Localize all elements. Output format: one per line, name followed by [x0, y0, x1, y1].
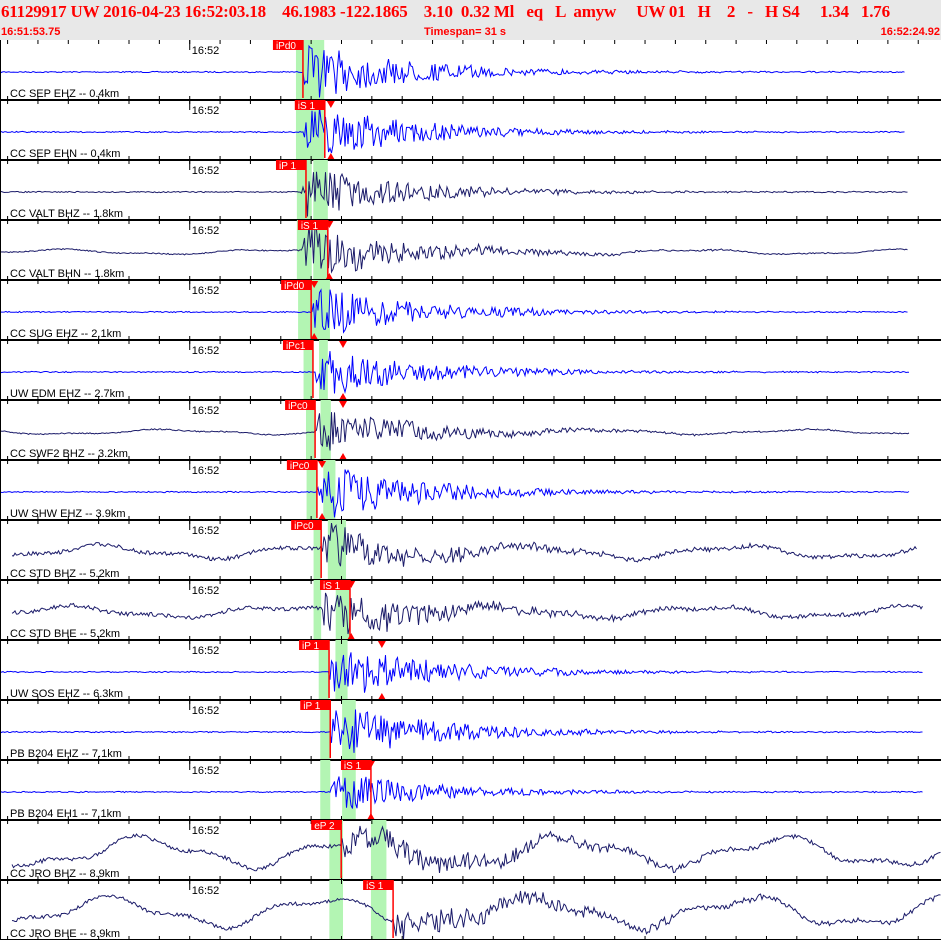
station-label: PB B204 EHZ -- 7.1km: [10, 748, 122, 760]
waveform-0: [0, 44, 905, 98]
station-label: CC VALT BHZ -- 1.8km: [10, 208, 123, 220]
minute-tick-label: 16:52: [192, 285, 220, 297]
trace-panel[interactable]: 16:52 iS 1 CC VALT BHN -- 1.8km: [0, 220, 941, 281]
trace-panel[interactable]: 16:52 iPd0 CC SUG EHZ -- 2.1km: [0, 280, 941, 341]
station-label: CC STD BHZ -- 5.2km: [10, 568, 119, 580]
minute-tick-label: 16:52: [192, 105, 220, 117]
phase-window: [320, 760, 331, 820]
waveform-9: [11, 592, 923, 635]
pick-label: iS 1: [344, 761, 362, 772]
minute-tick-label: 16:52: [192, 465, 220, 477]
minute-tick-label: 16:52: [192, 645, 220, 657]
station-label: CC VALT BHN -- 1.8km: [10, 268, 124, 280]
trace-panel[interactable]: 16:52 iP 1 UW SOS EHZ -- 6.3km: [0, 640, 941, 701]
minute-tick-label: 16:52: [192, 885, 220, 897]
waveform-13: [11, 825, 941, 874]
waveform-14: [11, 890, 941, 940]
pick-label: eP 2: [314, 821, 335, 832]
waveform-11: [0, 709, 923, 753]
pick-label: iS 1: [301, 221, 319, 232]
arrival-marker-top: [339, 341, 348, 348]
station-label: CC SWF2 BHZ -- 3.2km: [10, 448, 128, 460]
arrival-marker-bottom: [339, 393, 348, 400]
minute-tick-label: 16:52: [192, 345, 220, 357]
pick-label: iPc1: [286, 341, 306, 352]
pick-label: iPd0: [276, 41, 296, 52]
trace-panel[interactable]: 16:52 iPc0 CC SWF2 BHZ -- 3.2km: [0, 400, 941, 461]
station-label: PB B204 EH1 -- 7.1km: [10, 808, 121, 820]
waveform-7: [0, 469, 910, 518]
minute-tick-label: 16:52: [192, 765, 220, 777]
waveform-3: [0, 225, 908, 274]
waveform-6: [0, 412, 910, 451]
arrival-marker-bottom: [366, 813, 375, 820]
minute-tick-label: 16:52: [192, 525, 220, 537]
minute-tick-label: 16:52: [192, 705, 220, 717]
pick-label: iPc0: [290, 461, 310, 472]
waveform-2: [0, 171, 908, 217]
phase-window: [329, 880, 344, 940]
waveform-10: [0, 652, 923, 693]
pick-label: iS 1: [323, 581, 341, 592]
timespan: Timespan= 31 s: [424, 26, 507, 38]
trace-panel[interactable]: 16:52 iP 1 PB B204 EHZ -- 7.1km: [0, 700, 941, 761]
minute-tick-label: 16:52: [192, 225, 220, 237]
trace-panel[interactable]: 16:52 iS 1 CC SEP EHN -- 0.4km: [0, 100, 941, 161]
pick-label: iS 1: [298, 101, 316, 112]
station-label: UW EDM EHZ -- 2.7km: [10, 388, 124, 400]
phase-window: [320, 400, 331, 460]
minute-tick-label: 16:52: [192, 45, 220, 57]
arrival-marker-top: [339, 401, 348, 408]
station-label: CC SEP EHZ -- 0.4km: [10, 88, 119, 100]
minute-tick-label: 16:52: [192, 165, 220, 177]
pick-label: iP 1: [279, 161, 296, 172]
waveform-1: [0, 107, 905, 154]
waveform-5: [0, 351, 910, 394]
trace-panel[interactable]: 16:52 iP 1 CC VALT BHZ -- 1.8km: [0, 160, 941, 221]
station-label: UW SOS EHZ -- 6.3km: [10, 688, 123, 700]
pick-label: iP 1: [302, 641, 319, 652]
waveform-8: [11, 523, 917, 567]
waveform-4: [0, 288, 908, 334]
trace-panel[interactable]: 16:52 eP 2 CC JRO BHZ -- 8.9km: [0, 820, 941, 881]
waveform-12: [0, 776, 923, 809]
trace-panel[interactable]: 16:52 iS 1 CC STD BHE -- 5.2km: [0, 580, 941, 641]
minute-tick-label: 16:52: [192, 585, 220, 597]
arrival-marker-bottom: [377, 693, 386, 700]
pick-label: iPc0: [288, 401, 308, 412]
station-label: CC SEP EHN -- 0.4km: [10, 148, 120, 160]
station-label: CC JRO BHZ -- 8.9km: [10, 868, 119, 880]
minute-tick-label: 16:52: [192, 825, 220, 837]
trace-panel[interactable]: 16:52 iS 1 CC JRO BHE -- 8.9km: [0, 880, 941, 940]
end-time: 16:52:24.92: [880, 26, 940, 38]
station-label: CC STD BHE -- 5.2km: [10, 628, 120, 640]
event-header: 61129917 UW 2016-04-23 16:52:03.18 46.19…: [0, 0, 941, 40]
phase-window: [370, 820, 387, 880]
trace-panel[interactable]: 16:52 iPc1 UW EDM EHZ -- 2.7km: [0, 340, 941, 401]
trace-panels[interactable]: 16:52 iPd0 CC SEP EHZ -- 0.4km 16:52 iS 1 CC …: [0, 40, 941, 940]
pick-label: iS 1: [366, 881, 384, 892]
arrival-marker-top: [326, 101, 335, 108]
trace-panel[interactable]: 16:52 iPc0 CC STD BHZ -- 5.2km: [0, 520, 941, 581]
arrival-marker-bottom: [326, 153, 335, 160]
seismogram-viewer: 61129917 UW 2016-04-23 16:52:03.18 46.19…: [0, 0, 941, 940]
minute-tick-label: 16:52: [192, 405, 220, 417]
station-label: CC JRO BHE -- 8.9km: [10, 928, 120, 940]
arrival-marker-bottom: [339, 453, 348, 460]
pick-label: iPd0: [284, 281, 304, 292]
trace-panel[interactable]: 16:52 iS 1 PB B204 EH1 -- 7.1km: [0, 760, 941, 821]
event-title: 61129917 UW 2016-04-23 16:52:03.18 46.19…: [1, 2, 890, 21]
station-label: UW SHW EHZ -- 3.9km: [10, 508, 126, 520]
pick-label: iPc0: [294, 521, 314, 532]
start-time: 16:51:53.75: [1, 26, 61, 38]
station-label: CC SUG EHZ -- 2.1km: [10, 328, 121, 340]
arrival-marker-top: [377, 641, 386, 648]
trace-panel[interactable]: 16:52 iPd0 CC SEP EHZ -- 0.4km: [0, 40, 941, 101]
pick-label: iP 1: [303, 701, 320, 712]
trace-panel[interactable]: 16:52 iPc0 UW SHW EHZ -- 3.9km: [0, 460, 941, 521]
